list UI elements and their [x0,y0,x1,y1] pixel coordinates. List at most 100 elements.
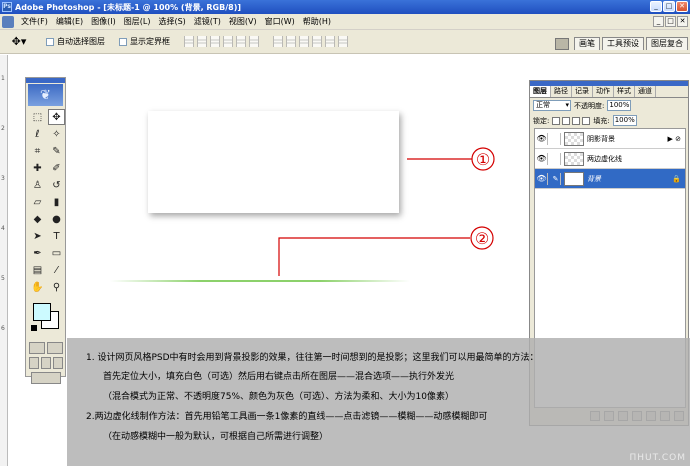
menu-window[interactable]: 窗口(W) [261,16,299,27]
type-tool-icon[interactable]: T [48,228,65,244]
magic-wand-tool-icon[interactable]: ✧ [48,126,65,142]
tab-styles[interactable]: 样式 [614,86,635,97]
hand-tool-icon[interactable]: ✋ [29,279,46,295]
blend-mode-select[interactable]: 正常 [533,100,571,111]
pen-tool-icon[interactable]: ✒ [29,245,46,261]
maximize-button[interactable]: □ [663,1,675,12]
menu-image[interactable]: 图像(I) [87,16,120,27]
feather-logo-icon[interactable]: ❦ [28,84,63,106]
menu-file[interactable]: 文件(F) [17,16,52,27]
tab-layers[interactable]: 图层 [530,86,551,97]
auto-select-checkbox[interactable] [46,37,54,46]
stamp-tool-icon[interactable]: ♙ [29,177,46,193]
tab-history[interactable]: 记录 [572,86,593,97]
lasso-tool-icon[interactable]: ℓ [29,126,46,142]
tab-actions[interactable]: 动作 [593,86,614,97]
lock-transparency-icon[interactable] [552,116,561,125]
eyedropper-tool-icon[interactable]: ⁄ [48,262,65,278]
zoom-tool-icon[interactable]: ⚲ [48,279,65,295]
visibility-eye-icon[interactable]: 👁 [536,172,548,185]
visibility-eye-icon[interactable]: 👁 [536,152,548,165]
menu-view[interactable]: 视图(V) [225,16,261,27]
align-right-icon[interactable] [249,36,259,47]
doc-close-button[interactable]: ✕ [677,16,688,27]
brush-tool-icon[interactable]: ✐ [48,160,65,176]
file-browser-icon[interactable] [555,38,569,50]
path-select-tool-icon[interactable]: ➤ [29,228,46,244]
default-colors-icon[interactable] [31,325,37,331]
align-vcenter-icon[interactable] [197,36,207,47]
toolbox: ❦ ⬚ ✥ ℓ ✧ ⌗ ✎ ✚ ✐ ♙ ↺ ▱ ▮ ◆ ● ➤ T ✒ ▭ ▤ … [25,77,66,384]
screen-mode-menu-button[interactable] [40,357,51,369]
distribute-vcenter-icon[interactable] [286,36,296,47]
close-button[interactable]: ✕ [676,1,688,12]
healing-brush-tool-icon[interactable]: ✚ [29,160,46,176]
toolbox-grip[interactable] [26,78,65,83]
well-tab-layer-comps[interactable]: 图层复合 [646,37,688,50]
opacity-input[interactable]: 100% [607,100,632,111]
menu-edit[interactable]: 编辑(E) [52,16,87,27]
minimize-button[interactable]: _ [650,1,662,12]
align-left-icon[interactable] [223,36,233,47]
brush-icon[interactable]: ✎ [551,172,561,185]
layer-name[interactable]: 背景 [587,174,601,184]
layer-row-background[interactable]: 👁 ✎ 背景 🔒 [535,169,685,189]
menu-select[interactable]: 选择(S) [154,16,189,27]
align-hcenter-icon[interactable] [236,36,246,47]
distribute-right-icon[interactable] [338,36,348,47]
history-brush-tool-icon[interactable]: ↺ [48,177,65,193]
align-bottom-icon[interactable] [210,36,220,47]
move-tool-preset-icon[interactable]: ✥▾ [6,34,32,50]
link-slot[interactable] [551,132,561,145]
doc-restore-button[interactable]: □ [665,16,676,27]
screen-mode-standard-button[interactable] [28,357,39,369]
distribute-hcenter-icon[interactable] [325,36,335,47]
distribute-top-icon[interactable] [273,36,283,47]
marquee-tool-icon[interactable]: ⬚ [29,109,46,125]
standard-mode-button[interactable] [28,342,45,354]
shape-tool-icon[interactable]: ▭ [48,245,65,261]
tab-paths[interactable]: 路径 [551,86,572,97]
doc-minimize-button[interactable]: _ [653,16,664,27]
menu-bar: 文件(F) 编辑(E) 图像(I) 图层(L) 选择(S) 滤镜(T) 视图(V… [0,14,690,30]
layer-effects-icon[interactable]: ▶ ⊘ [668,135,681,143]
well-tab-tool-presets[interactable]: 工具预设 [602,37,644,50]
auto-select-layer-option[interactable]: 自动选择图层 [46,36,105,47]
menu-help[interactable]: 帮助(H) [299,16,335,27]
layer-thumbnail [564,171,584,186]
lock-all-icon[interactable] [582,116,591,125]
show-bounds-option[interactable]: 显示定界框 [119,36,170,47]
tab-channels[interactable]: 通道 [635,86,656,97]
layer-name[interactable]: 两边虚化线 [587,154,622,164]
align-buttons [184,36,259,47]
gradient-tool-icon[interactable]: ▮ [48,194,65,210]
distribute-bottom-icon[interactable] [299,36,309,47]
layer-name[interactable]: 阴影背景 [587,134,615,144]
slice-tool-icon[interactable]: ✎ [48,143,65,159]
menu-filter[interactable]: 滤镜(T) [190,16,225,27]
blur-tool-icon[interactable]: ◆ [29,211,46,227]
lock-position-icon[interactable] [572,116,581,125]
jump-to-imageready-button[interactable] [30,372,61,384]
instruction-line-3: （混合模式为正常、不透明度75%、颜色为灰色（可选）、方法为柔和、大小为10像素… [103,392,454,402]
notes-tool-icon[interactable]: ▤ [29,262,46,278]
screen-mode-full-button[interactable] [52,357,63,369]
dodge-tool-icon[interactable]: ● [48,211,65,227]
move-tool-icon[interactable]: ✥ [48,109,65,125]
layer-row-blur-line[interactable]: 👁 两边虚化线 [535,149,685,169]
show-bounds-checkbox[interactable] [119,37,127,46]
eraser-tool-icon[interactable]: ▱ [29,194,46,210]
link-slot[interactable] [551,152,561,165]
well-tab-brushes[interactable]: 画笔 [574,37,600,50]
align-top-icon[interactable] [184,36,194,47]
foreground-color-swatch[interactable] [33,303,51,321]
distribute-left-icon[interactable] [312,36,322,47]
visibility-eye-icon[interactable]: 👁 [536,132,548,145]
quick-mask-button[interactable] [46,342,63,354]
lock-image-icon[interactable] [562,116,571,125]
window-title: Adobe Photoshop - [未标题-1 @ 100% (背景, RGB… [15,2,242,12]
fill-input[interactable]: 100% [612,115,637,126]
menu-layer[interactable]: 图层(L) [120,16,155,27]
layer-row-shadow-bg[interactable]: 👁 阴影背景 ▶ ⊘ [535,129,685,149]
crop-tool-icon[interactable]: ⌗ [29,143,46,159]
